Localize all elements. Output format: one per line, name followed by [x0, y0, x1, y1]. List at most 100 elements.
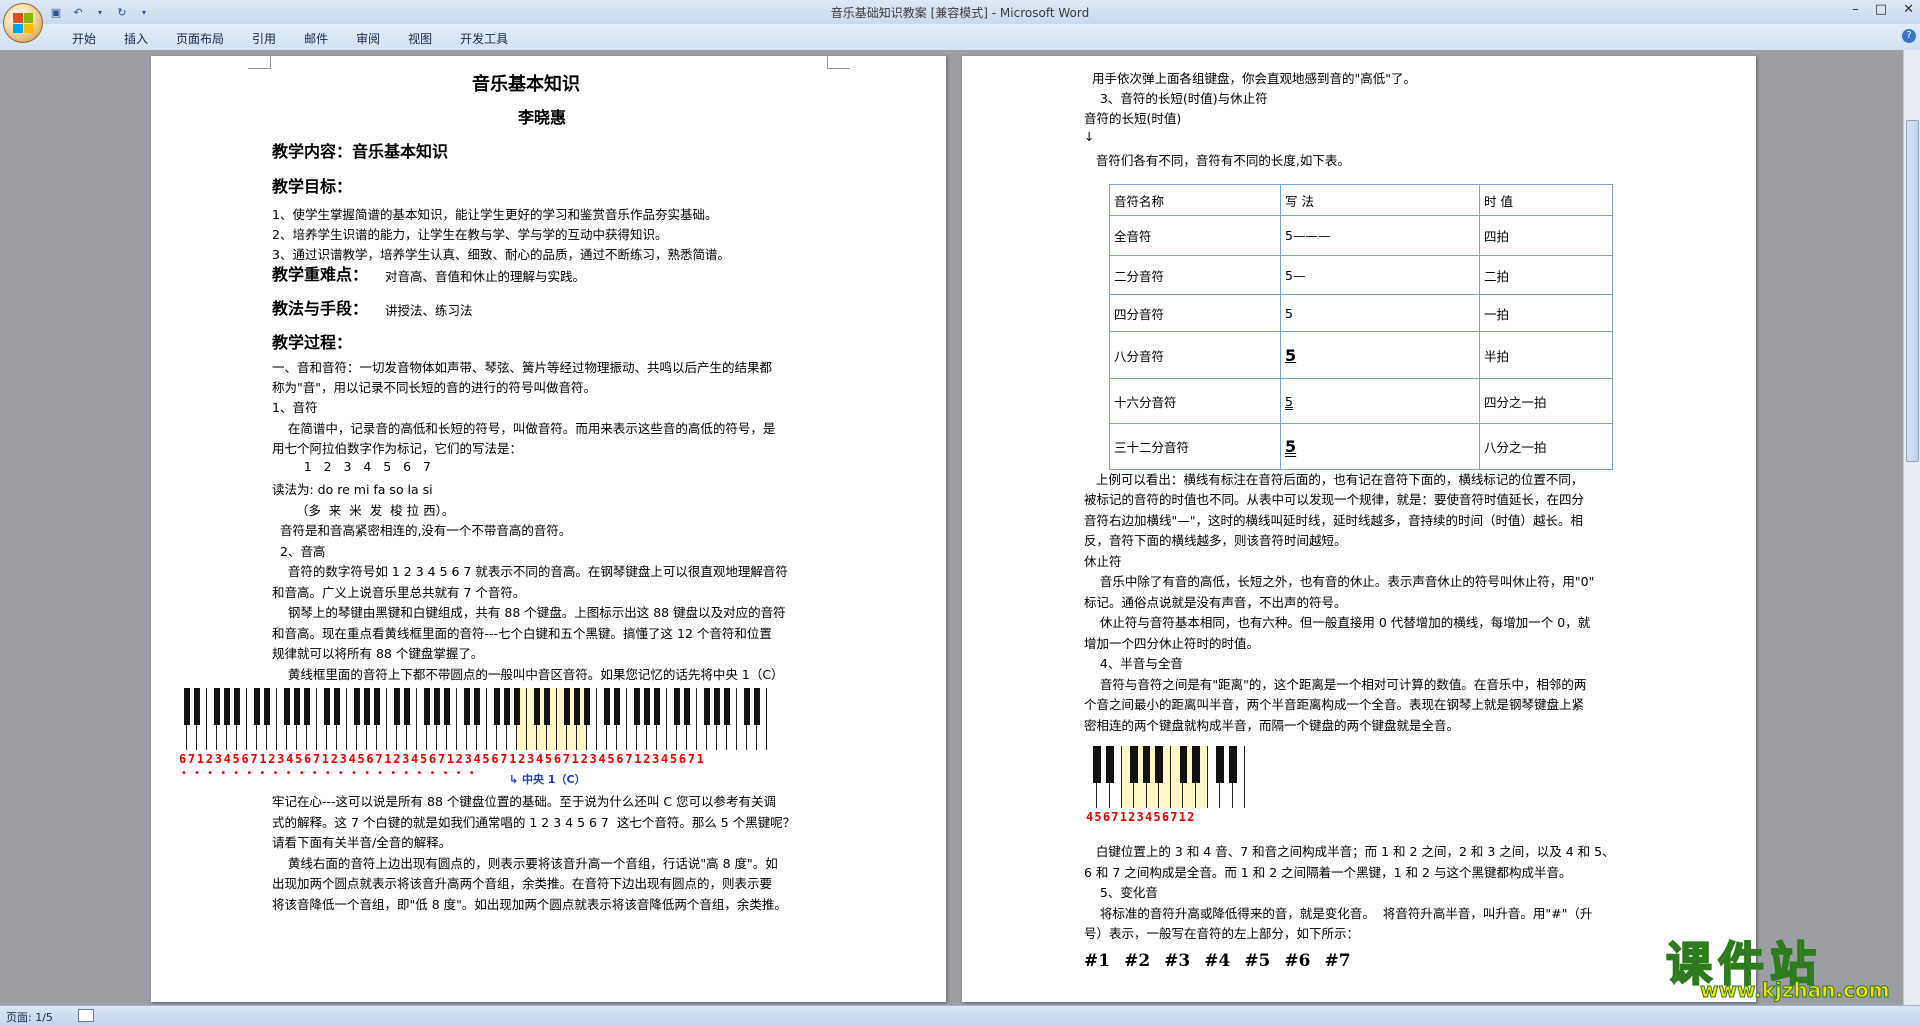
- body-line: 规律就可以将所有 88 个键盘掌握了。: [272, 646, 484, 661]
- body-line: 黄线框里面的音符上下都不带圆点的一般叫中音区音符。如果您记忆的话先将中央 1（C…: [272, 667, 784, 682]
- black-key: [233, 688, 241, 726]
- tab-page-layout[interactable]: 页面布局: [162, 28, 238, 49]
- tab-home[interactable]: 开始: [58, 28, 110, 49]
- page-indicator[interactable]: 页面: 1/5: [6, 1009, 53, 1025]
- black-key: [373, 688, 381, 726]
- maximize-icon[interactable]: □: [1875, 2, 1887, 17]
- black-key: [1216, 746, 1225, 784]
- body-line: 称为"音"，用以记录不同长短的音的进行的符号叫做音符。: [272, 380, 597, 395]
- document-page-2[interactable]: 用手依次弹上面各组键盘，你会直观地感到音的"高低"了。 3、音符的长短(时值)与…: [962, 56, 1756, 1002]
- scrollbar-thumb[interactable]: [1906, 120, 1919, 462]
- body-line: 一、音和音符：一切发音物体如声带、琴弦、簧片等经过物理振动、共鸣以后产生的结果都: [272, 360, 773, 375]
- black-key: [433, 688, 441, 726]
- black-key: [613, 688, 621, 726]
- body-line: 牢记在心---这可以说是所有 88 个键盘位置的基础。至于说为什么还叫 C 您可…: [272, 794, 777, 809]
- black-key: [513, 688, 521, 726]
- body-line: 6 和 7 之间构成是全音。而 1 和 2 之间隔着一个黑键，1 和 2 与这个…: [1084, 865, 1572, 880]
- body-line: 将该音降低一个音组，即"低 8 度"。如出现加两个圆点就表示将该音降低两个音组，…: [272, 897, 787, 912]
- table-cell: 一拍: [1479, 294, 1613, 332]
- status-bar: 页面: 1/5: [0, 1005, 1920, 1026]
- sharp-note: #4: [1204, 951, 1231, 971]
- body-line: 音乐中除了有音的高低，长短之外，也有音的休止。表示声音休止的符号叫休止符，用"0…: [1084, 574, 1595, 589]
- black-key: [263, 688, 271, 726]
- ribbon: 开始 插入 页面布局 引用 邮件 审阅 视图 开发工具 ?: [0, 24, 1920, 51]
- table-cell: 三十二分音符: [1109, 423, 1281, 470]
- section-heading-method: 教法与手段：: [272, 299, 369, 318]
- black-key: [1142, 746, 1151, 784]
- black-key: [1093, 746, 1102, 784]
- black-key: [253, 688, 261, 726]
- tab-review[interactable]: 审阅: [342, 28, 394, 49]
- body-line: 用手依次弹上面各组键盘，你会直观地感到音的"高低"了。: [1084, 71, 1416, 86]
- table-cell: 四分之一拍: [1479, 378, 1613, 424]
- sharp-note: #7: [1324, 951, 1351, 971]
- table-cell: 八分之一拍: [1479, 423, 1613, 470]
- black-key: [603, 688, 611, 726]
- watermark-url: www.kjzhan.com: [1700, 978, 1891, 1003]
- black-key: [533, 688, 541, 726]
- body-line: 1、音符: [272, 400, 318, 415]
- black-key: [393, 688, 401, 726]
- body-line: 在简谱中，记录音的高低和长短的符号，叫做音符。而用来表示这些音的高低的符号，是: [272, 421, 776, 436]
- tab-view[interactable]: 视图: [394, 28, 446, 49]
- vertical-scrollbar[interactable]: [1903, 50, 1920, 1005]
- black-key: [543, 688, 551, 726]
- office-button[interactable]: [3, 3, 43, 43]
- body-line: 读法为: do re mi fa so la si: [272, 482, 433, 497]
- table-cell: 四拍: [1479, 215, 1613, 256]
- table-cell: 5—: [1280, 255, 1480, 295]
- black-key: [473, 688, 481, 726]
- table-header-cell: 时 值: [1479, 184, 1613, 216]
- body-line: 请看下面有关半音/全音的解释。: [272, 835, 452, 850]
- body-line: 音符的数字符号如 1 2 3 4 5 6 7 就表示不同的音高。在钢琴键盘上可以…: [272, 564, 788, 579]
- margin-corner-mark: [827, 56, 850, 69]
- table-cell: 八分音符: [1109, 331, 1281, 379]
- piano-keyboard-small-image: [1085, 746, 1245, 808]
- body-line: 音符是和音高紧密相连的,没有一个不带音高的音符。: [272, 523, 572, 538]
- document-title: 音乐基本知识: [472, 74, 580, 95]
- table-cell: 四分音符: [1109, 294, 1281, 332]
- black-key: [193, 688, 201, 726]
- margin-corner-mark: [248, 56, 271, 69]
- black-key: [583, 688, 591, 726]
- proofing-icon[interactable]: [78, 1009, 94, 1022]
- black-key: [633, 688, 641, 726]
- tab-mailings[interactable]: 邮件: [290, 28, 342, 49]
- black-key: [223, 688, 231, 726]
- black-key: [1154, 746, 1163, 784]
- body-line: 音符们各有不同，音符有不同的长度,如下表。: [1084, 153, 1350, 168]
- table-cell: 全音符: [1109, 215, 1281, 256]
- black-key: [303, 688, 311, 726]
- help-icon[interactable]: ?: [1902, 29, 1916, 43]
- section-heading-content: 教学内容：音乐基本知识: [272, 142, 449, 161]
- table-header-cell: 音符名称: [1109, 184, 1281, 216]
- minimize-icon[interactable]: –: [1852, 2, 1859, 17]
- tab-insert[interactable]: 插入: [110, 28, 162, 49]
- body-line: 音符右边加横线"—"，这时的横线叫延时线，延时线越多，音持续的时间（时值）越长。…: [1084, 513, 1584, 528]
- window-title: 音乐基础知识教案 [兼容模式] - Microsoft Word: [830, 6, 1090, 20]
- section-heading-process: 教学过程：: [272, 333, 353, 352]
- table-cell: 5———: [1280, 215, 1480, 256]
- black-key: [183, 688, 191, 726]
- body-line: （多 来 米 发 梭 拉 西）。: [272, 503, 455, 518]
- black-key: [353, 688, 361, 726]
- black-key: [743, 688, 751, 726]
- black-key: [403, 688, 411, 726]
- sharp-note: #3: [1164, 951, 1191, 971]
- section-heading-goals: 教学目标：: [272, 177, 353, 196]
- keyboard-note-numbers-small: 4567123456712: [1086, 810, 1196, 824]
- black-key: [323, 688, 331, 726]
- document-page-1[interactable]: 音乐基本知识 李晓惠 教学内容：音乐基本知识 教学目标： 1、使学生掌握简谱的基…: [151, 56, 946, 1002]
- tab-developer[interactable]: 开发工具: [446, 28, 522, 49]
- body-line: 标记。通俗点说就是没有声音，不出声的符号。: [1084, 595, 1347, 610]
- table-cell: 5: [1280, 331, 1480, 379]
- table-row: 四分音符 5 一拍: [1109, 294, 1613, 332]
- close-icon[interactable]: ✕: [1903, 2, 1914, 17]
- tab-references[interactable]: 引用: [238, 28, 290, 49]
- black-key: [1191, 746, 1200, 784]
- black-key: [503, 688, 511, 726]
- body-line: 密相连的两个键盘就构成半音，而隔一个键盘的两个键盘就是全音。: [1084, 718, 1460, 733]
- black-key: [713, 688, 721, 726]
- document-author: 李晓惠: [518, 108, 567, 127]
- body-line: 1 2 3 4 5 6 7: [272, 459, 431, 474]
